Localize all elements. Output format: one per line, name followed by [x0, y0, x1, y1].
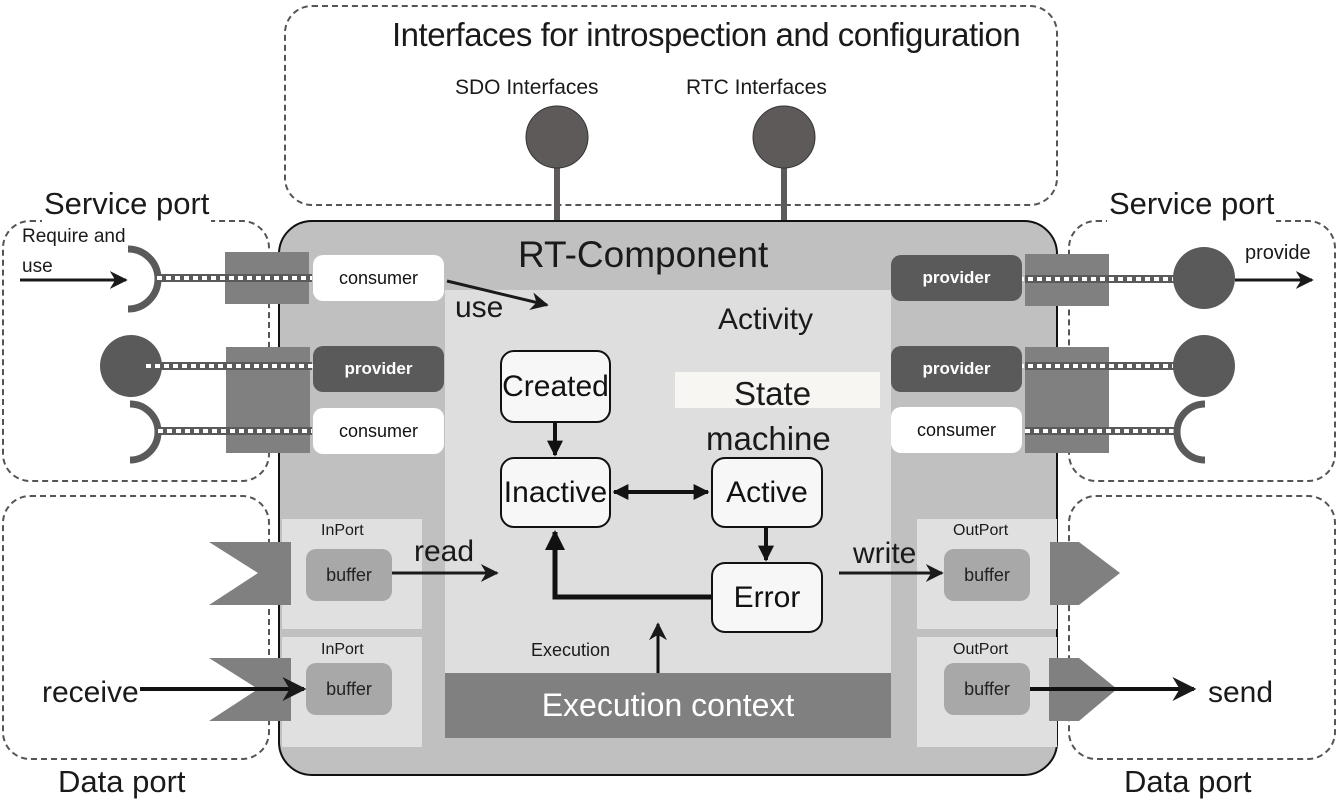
outport-connector-icon	[1050, 542, 1120, 605]
right-consumer-box[interactable]: consumer	[891, 407, 1022, 453]
state-machine-label-2: machine	[706, 420, 831, 457]
use-label: use	[455, 291, 504, 324]
state-error[interactable]: Error	[711, 562, 823, 633]
inport-label-2: InPort	[321, 641, 364, 658]
inport-buffer-2[interactable]: buffer	[306, 663, 392, 715]
lollipop-icon	[100, 335, 162, 397]
socket-icon	[129, 400, 162, 464]
read-label: read	[414, 535, 475, 568]
rtc-interface-ball-icon	[752, 105, 816, 169]
state-machine-label-1: State	[734, 375, 812, 412]
error-to-inactive-arrow	[545, 530, 711, 600]
outport-label-1: OutPort	[953, 522, 1009, 539]
execution-label: Execution	[531, 640, 611, 660]
right-provider-box-2[interactable]: provider	[891, 346, 1022, 392]
socket-icon	[127, 245, 162, 313]
left-consumer-box-2[interactable]: consumer	[313, 408, 444, 454]
inport-connector-icon	[209, 542, 291, 605]
state-inactive[interactable]: Inactive	[500, 457, 611, 528]
activity-label: Activity	[718, 303, 814, 336]
state-created[interactable]: Created	[500, 350, 611, 423]
right-provider-box-1[interactable]: provider	[891, 255, 1022, 301]
outport-label-2: OutPort	[953, 641, 1009, 658]
lollipop-icon	[1173, 335, 1235, 397]
execution-context[interactable]: Execution context	[445, 673, 891, 738]
socket-icon	[1173, 400, 1206, 464]
inport-buffer-1[interactable]: buffer	[306, 549, 392, 601]
state-active[interactable]: Active	[711, 457, 823, 528]
lollipop-icon	[1173, 247, 1235, 309]
left-consumer-box-1[interactable]: consumer	[313, 255, 444, 301]
inport-label-1: InPort	[321, 522, 364, 539]
write-label: write	[853, 537, 917, 570]
outport-buffer-1[interactable]: buffer	[944, 549, 1030, 601]
left-provider-box[interactable]: provider	[313, 346, 444, 392]
outport-buffer-2[interactable]: buffer	[944, 663, 1030, 715]
sdo-interface-ball-icon	[525, 105, 589, 169]
